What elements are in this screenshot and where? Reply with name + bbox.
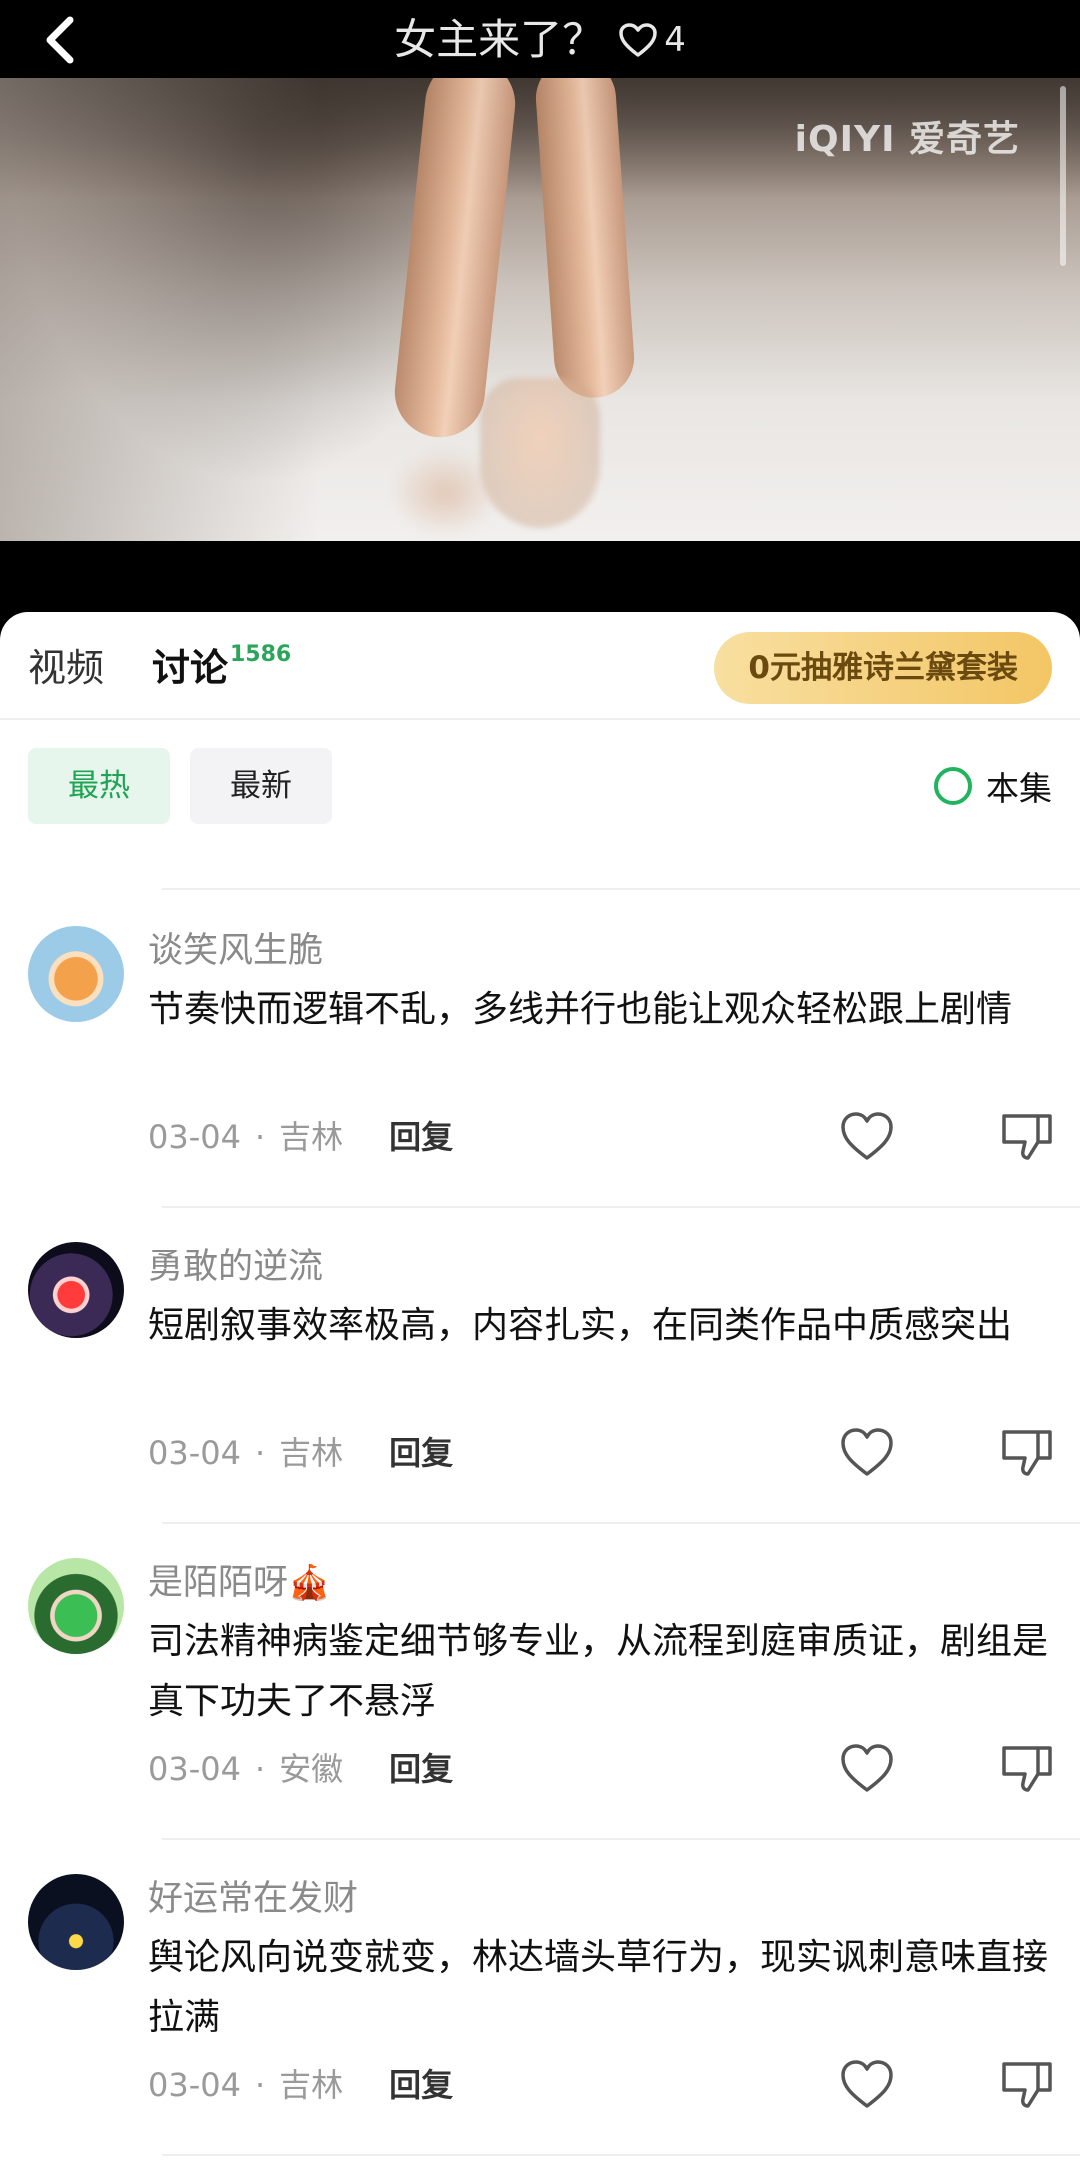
tab-bar: 视频 讨论 1586 0元抽雅诗兰黛套装 [0, 612, 1080, 720]
thumbs-down-icon [1002, 2062, 1052, 2108]
comment-meta: 03-04 · 吉林 回复 [148, 1428, 453, 1478]
comment-meta: 03-04 · 吉林 回复 [148, 1112, 453, 1162]
filter-bar: 最热 最新 本集 [0, 748, 1080, 824]
tab-video[interactable]: 视频 [28, 644, 104, 692]
comment-item: 是陌陌呀🎪 司法精神病鉴定细节够专业，从流程到庭审质证，剧组是真下功夫了不悬浮 … [0, 1522, 1080, 1838]
video-scene-shoe [480, 378, 600, 528]
comment-dislike-button[interactable] [998, 2056, 1056, 2114]
comment-location: 吉林 [279, 1434, 344, 1472]
heart-icon [841, 1428, 893, 1476]
thumbs-down-icon [1002, 1430, 1052, 1476]
comment-username[interactable]: 勇敢的逆流 [148, 1242, 323, 1292]
video-like-count: 4 [664, 20, 686, 60]
iqiyi-watermark: iQIYI 爱奇艺 [794, 119, 1020, 160]
comment-like-button[interactable] [838, 1424, 896, 1482]
comment-dislike-button[interactable] [998, 1108, 1056, 1166]
avatar[interactable] [28, 926, 124, 1022]
comment-like-button[interactable] [838, 1108, 896, 1166]
comment-like-button[interactable] [838, 1740, 896, 1798]
comment-meta: 03-04 · 安徽 回复 [148, 1744, 453, 1794]
comment-username: 是陌陌呀 [148, 1563, 289, 1603]
comment-date: 03-04 [148, 1750, 241, 1788]
comment-dislike-button[interactable] [998, 1424, 1056, 1482]
comment-username[interactable]: 好运常在发财 [148, 1874, 358, 1924]
comment-location: 吉林 [279, 2066, 344, 2104]
discussion-count-badge: 1586 [230, 642, 292, 667]
comment-text: 司法精神病鉴定细节够专业，从流程到庭审质证，剧组是真下功夫了不悬浮 [148, 1621, 1049, 1722]
comment-meta: 03-04 · 吉林 回复 [148, 2060, 453, 2110]
thumbs-down-icon [1002, 1746, 1052, 1792]
comment-dislike-button[interactable] [998, 1740, 1056, 1798]
heart-icon [619, 23, 657, 57]
video-scene-shoe [390, 448, 500, 538]
filter-hot-button[interactable]: 最热 [28, 748, 170, 824]
comment-date: 03-04 [148, 1118, 241, 1156]
avatar[interactable] [28, 1874, 124, 1970]
circus-tent-icon: 🎪 [288, 1563, 331, 1603]
heart-icon [841, 2060, 893, 2108]
comment-location: 安徽 [279, 1750, 344, 1788]
scroll-indicator [1060, 86, 1066, 266]
comment-text: 节奏快而逻辑不乱，多线并行也能让观众轻松跟上剧情 [148, 989, 1013, 1030]
reply-button[interactable]: 回复 [389, 1112, 453, 1162]
video-player[interactable]: iQIYI 爱奇艺 女主来了？ 4 [0, 0, 1080, 640]
episode-filter-toggle[interactable]: 本集 [934, 748, 1052, 824]
reply-button[interactable]: 回复 [389, 1744, 453, 1794]
heart-icon [841, 1112, 893, 1160]
top-bar: 女主来了？ 4 [0, 0, 1080, 78]
comment-item: 好运常在发财 舆论风向说变就变，林达墙头草行为，现实讽刺意味直接拉满 03-04… [0, 1838, 1080, 2154]
reply-button[interactable]: 回复 [389, 1428, 453, 1478]
reply-button[interactable]: 回复 [389, 2060, 453, 2110]
meta-separator: · [254, 2066, 266, 2104]
meta-separator: · [254, 1750, 266, 1788]
video-title: 女主来了？ [394, 15, 605, 64]
promo-button[interactable]: 0元抽雅诗兰黛套装 [714, 632, 1052, 704]
meta-separator: · [254, 1118, 266, 1156]
filter-new-button[interactable]: 最新 [190, 748, 332, 824]
comment-like-button[interactable] [838, 2056, 896, 2114]
heart-icon [841, 1744, 893, 1792]
thumbs-down-icon [1002, 1114, 1052, 1160]
video-like-button[interactable]: 4 [618, 10, 686, 70]
comment-text: 短剧叙事效率极高，内容扎实，在同类作品中质感突出 [148, 1305, 1013, 1346]
comment-item: 谈笑风生脆 节奏快而逻辑不乱，多线并行也能让观众轻松跟上剧情 03-04 · 吉… [0, 890, 1080, 1206]
episode-filter-label: 本集 [986, 769, 1052, 808]
comment-username-row[interactable]: 是陌陌呀🎪 [148, 1558, 330, 1608]
video-title-bar: 女主来了？ 4 [0, 10, 1080, 70]
comment-username[interactable]: 谈笑风生脆 [148, 926, 323, 976]
video-scene-blur [0, 78, 320, 541]
comment-date: 03-04 [148, 1434, 241, 1472]
avatar[interactable] [28, 1558, 124, 1654]
comment-item: 勇敢的逆流 短剧叙事效率极高，内容扎实，在同类作品中质感突出 03-04 · 吉… [0, 1206, 1080, 1522]
avatar[interactable] [28, 1242, 124, 1338]
divider [162, 2154, 1080, 2156]
radio-icon [934, 767, 972, 805]
comment-text: 舆论风向说变就变，林达墙头草行为，现实讽刺意味直接拉满 [148, 1937, 1049, 2038]
video-frame[interactable]: iQIYI 爱奇艺 [0, 78, 1080, 541]
tab-discussion[interactable]: 讨论 [152, 644, 228, 692]
comment-location: 吉林 [279, 1118, 344, 1156]
discussion-panel: 视频 讨论 1586 0元抽雅诗兰黛套装 最热 最新 本集 谈笑风生脆 节奏快而… [0, 612, 1080, 2183]
comment-date: 03-04 [148, 2066, 241, 2104]
meta-separator: · [254, 1434, 266, 1472]
